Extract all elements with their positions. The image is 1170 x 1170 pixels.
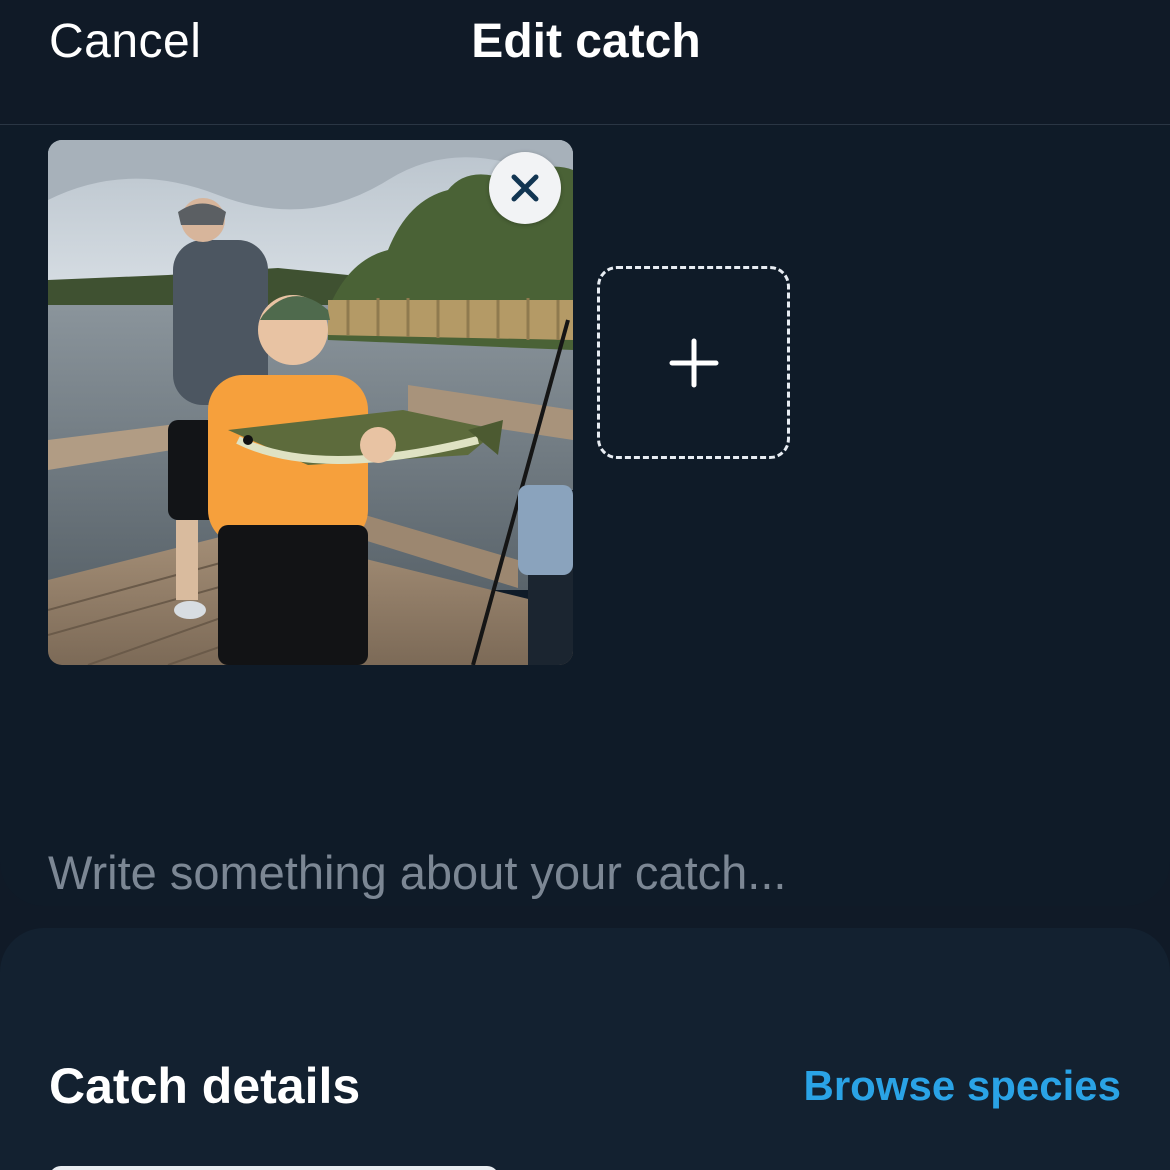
edit-catch-screen: Cancel Edit catch Write something about … — [0, 0, 1170, 1170]
browse-species-link[interactable]: Browse species — [803, 1062, 1121, 1110]
catch-photo[interactable] — [48, 140, 573, 665]
top-bar: Cancel Edit catch — [0, 0, 1170, 125]
catch-media-card — [0, 126, 1170, 906]
catch-description-input[interactable] — [48, 837, 1128, 906]
close-icon — [511, 174, 539, 202]
remove-photo-button[interactable] — [489, 152, 561, 224]
species-field[interactable] — [49, 1166, 499, 1170]
page-title: Edit catch — [471, 15, 701, 68]
catch-details-card — [0, 928, 1170, 1170]
catch-photo-image — [48, 140, 573, 665]
catch-details-heading: Catch details — [49, 1058, 361, 1114]
plus-icon — [669, 338, 718, 387]
add-photo-button[interactable] — [597, 266, 790, 459]
